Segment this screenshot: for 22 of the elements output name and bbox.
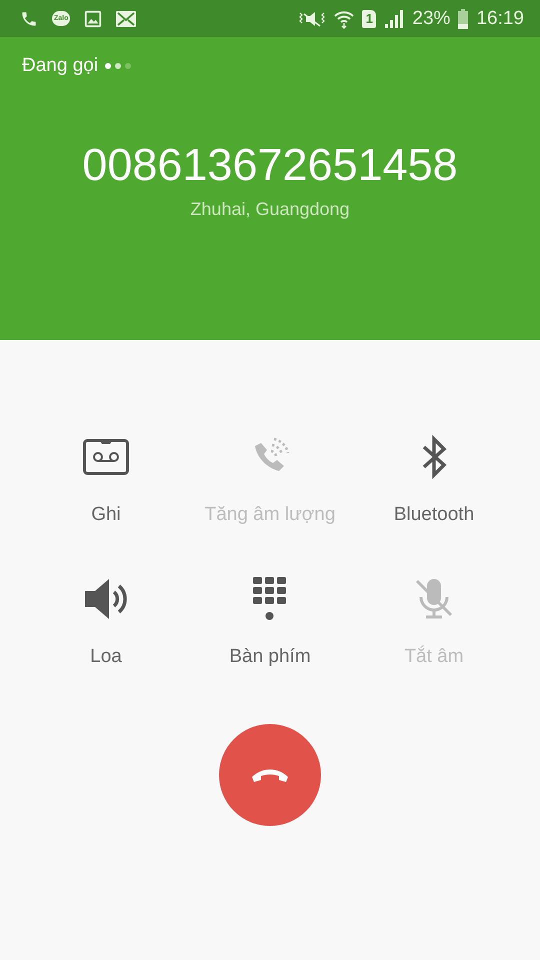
dialpad-icon	[253, 577, 287, 621]
call-action-button[interactable]: Bluetooth	[352, 432, 516, 526]
mail-icon	[116, 10, 136, 26]
call-action-button[interactable]: Bàn phím	[188, 574, 352, 668]
clock: 16:19	[476, 8, 524, 30]
hang-up-icon	[250, 767, 290, 783]
call-action-button[interactable]: Loa	[24, 574, 188, 668]
wifi-icon	[334, 8, 354, 28]
battery-percentage: 23%	[412, 8, 450, 30]
sim-card-icon: 1	[362, 10, 376, 28]
phone-number: 008613672651458	[82, 139, 458, 191]
signal-icon	[384, 10, 404, 28]
battery-icon	[458, 8, 468, 28]
cassette-icon	[83, 439, 129, 475]
muted-microphone-icon	[414, 577, 454, 621]
muted-speaker-icon	[298, 10, 326, 28]
speaker-icon	[83, 577, 129, 621]
image-icon	[84, 10, 102, 28]
phone-icon	[20, 10, 38, 28]
call-status: Đang gọi	[22, 55, 98, 77]
caller-location: Zhuhai, Guangdong	[190, 199, 350, 220]
call-action-button[interactable]: Ghi	[24, 432, 188, 526]
